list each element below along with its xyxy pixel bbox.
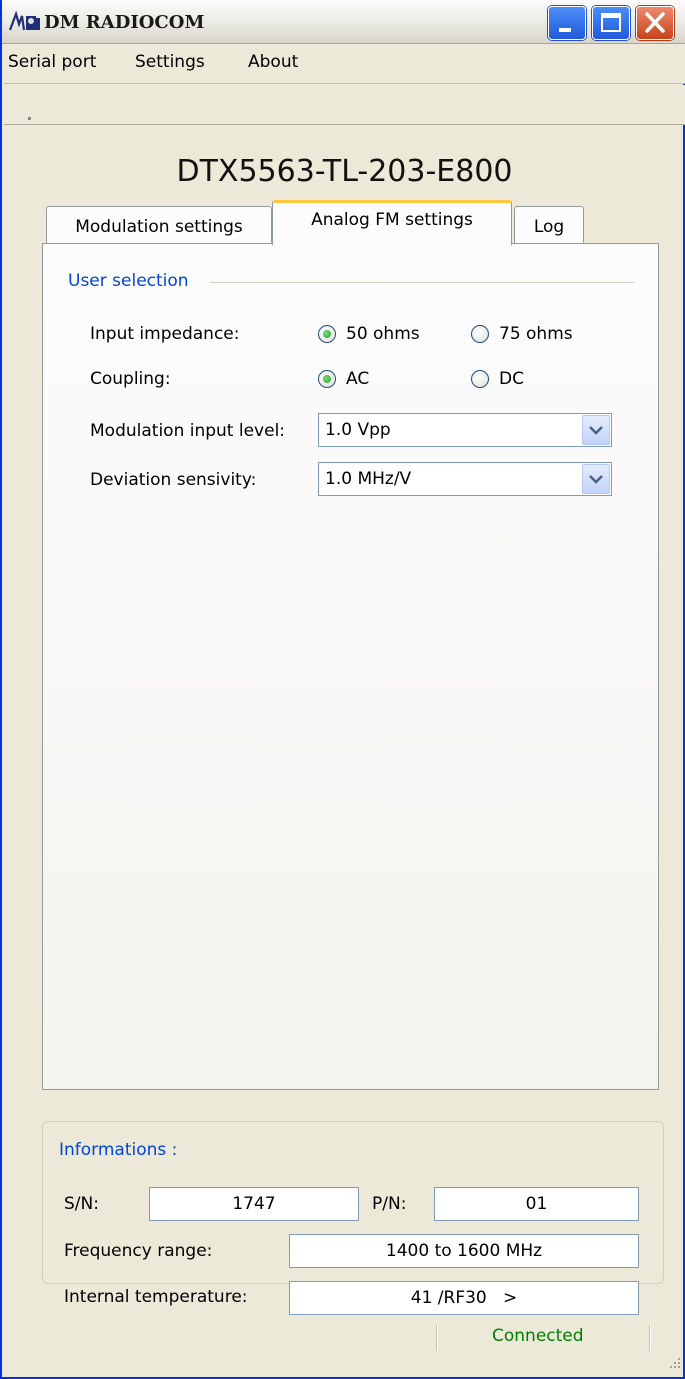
modulation-input-level-label: Modulation input level:: [90, 421, 286, 441]
radio-dc[interactable]: [471, 370, 489, 388]
dropdown-button[interactable]: [582, 464, 610, 494]
tab-log[interactable]: Log: [514, 206, 584, 244]
close-button[interactable]: [636, 6, 674, 40]
radio-75-ohms-label[interactable]: 75 ohms: [499, 324, 573, 344]
title-bar[interactable]: DM RADIOCOM: [2, 0, 685, 44]
connection-status: Connected: [492, 1326, 584, 1346]
deviation-sensivity-select[interactable]: 1.0 MHz/V: [318, 462, 612, 496]
user-selection-divider: [210, 282, 634, 283]
informations-legend: Informations :: [56, 1140, 181, 1160]
status-separator: [649, 1325, 651, 1351]
radio-selected-dot: [323, 330, 331, 338]
internal-temperature-label: Internal temperature:: [64, 1287, 248, 1307]
chevron-down-icon: [589, 475, 603, 484]
deviation-sensivity-label: Deviation sensivity:: [90, 470, 257, 490]
radio-ac-label[interactable]: AC: [346, 369, 369, 389]
sn-label: S/N:: [64, 1194, 99, 1214]
frequency-range-label: Frequency range:: [64, 1241, 213, 1261]
minimize-button[interactable]: [548, 6, 586, 40]
menu-serial-port[interactable]: Serial port: [8, 52, 96, 72]
status-separator: [436, 1325, 438, 1351]
window-title: DM RADIOCOM: [44, 12, 205, 33]
coupling-label: Coupling:: [90, 369, 171, 389]
app-window: DM RADIOCOM Serial port Settings About D…: [0, 0, 685, 1379]
tab-modulation-settings[interactable]: Modulation settings: [46, 206, 272, 244]
radio-50-ohms-label[interactable]: 50 ohms: [346, 324, 420, 344]
menu-settings[interactable]: Settings: [135, 52, 205, 72]
radio-50-ohms[interactable]: [318, 325, 336, 343]
modulation-input-level-value: 1.0 Vpp: [325, 420, 391, 440]
dropdown-button[interactable]: [582, 415, 610, 445]
radio-75-ohms[interactable]: [471, 325, 489, 343]
menu-bar: Serial port Settings About: [4, 44, 685, 84]
radio-dc-label[interactable]: DC: [499, 369, 524, 389]
toolbar-strip: [4, 85, 685, 125]
pn-label: P/N:: [372, 1194, 407, 1214]
deviation-sensivity-value: 1.0 MHz/V: [325, 469, 412, 489]
toolbar-grip: [28, 117, 31, 120]
modulation-input-level-select[interactable]: 1.0 Vpp: [318, 413, 612, 447]
resize-grip-icon[interactable]: [666, 1354, 682, 1370]
minimize-icon: [559, 28, 571, 32]
radio-ac[interactable]: [318, 370, 336, 388]
tab-analog-fm-settings[interactable]: Analog FM settings: [272, 200, 512, 245]
radio-selected-dot: [323, 375, 331, 383]
chevron-down-icon: [589, 426, 603, 435]
sn-field: 1747: [149, 1187, 359, 1221]
user-selection-legend: User selection: [68, 271, 189, 291]
internal-temperature-field: 41 /RF30 >: [289, 1281, 639, 1315]
maximize-icon: [601, 13, 621, 32]
frequency-range-field: 1400 to 1600 MHz: [289, 1234, 639, 1268]
app-logo-icon: [8, 10, 40, 31]
input-impedance-label: Input impedance:: [90, 324, 240, 344]
menu-about[interactable]: About: [248, 52, 298, 72]
device-title: DTX5563-TL-203-E800: [176, 154, 513, 189]
maximize-button[interactable]: [592, 6, 630, 40]
pn-field: 01: [434, 1187, 639, 1221]
close-icon: [645, 12, 665, 33]
